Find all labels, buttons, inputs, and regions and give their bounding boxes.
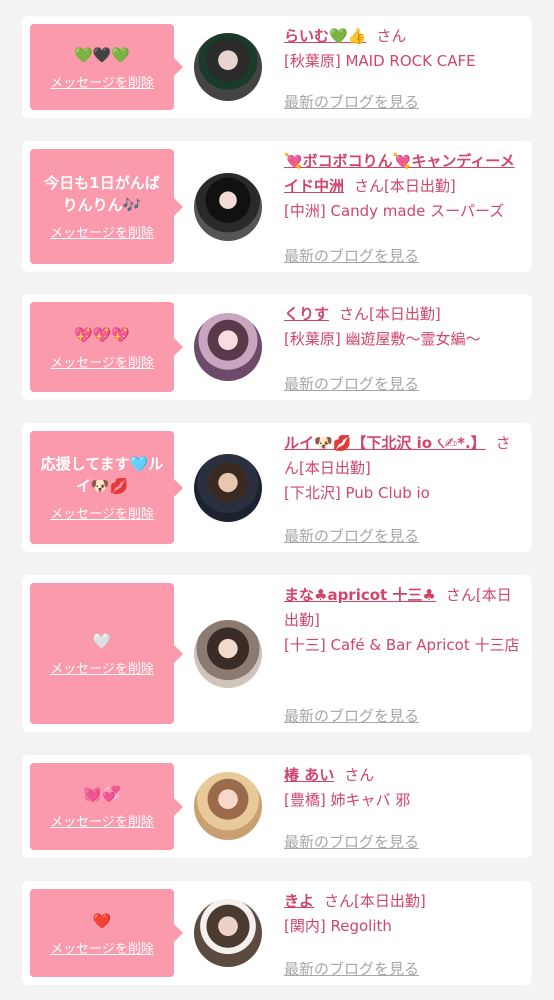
cast-name-link[interactable]: 椿 あい (284, 766, 334, 784)
avatar[interactable] (194, 620, 262, 688)
latest-blog-link[interactable]: 最新のブログを見る (284, 245, 419, 266)
message-bubble: 💖💖💖 メッセージを削除 (30, 302, 183, 392)
message-bubble: 応援してます🩵ルイ🐶💋 メッセージを削除 (30, 431, 183, 544)
shop-location: [中洲] Candy made スーパーズ (284, 202, 505, 220)
honorific: さん (376, 27, 407, 45)
delete-message-link[interactable]: メッセージを削除 (50, 658, 154, 677)
delete-message-link[interactable]: メッセージを削除 (50, 222, 154, 241)
shop-location: [秋葉原] MAID ROCK CAFE (284, 52, 476, 70)
cast-name-link[interactable]: くりす (284, 305, 329, 323)
message-card: 💚🖤💚 メッセージを削除 らいむ💚👍 さん [秋葉原] MAID ROCK CAF… (22, 16, 532, 118)
shop-location: [十三] Café & Bar Apricot 十三店 (284, 636, 520, 654)
honorific: さん[本日出勤] (324, 892, 426, 910)
latest-blog-link[interactable]: 最新のブログを見る (284, 525, 419, 546)
shop-location: [関内] Regolith (284, 917, 392, 935)
cast-name-link[interactable]: きよ (284, 892, 314, 910)
delete-message-link[interactable]: メッセージを削除 (50, 811, 154, 830)
message-text: 💓💞 (83, 785, 121, 803)
message-text: 今日も1日がんばりんりん🎶 (44, 174, 160, 214)
honorific: さん[本日出勤] (354, 177, 456, 195)
avatar[interactable] (194, 313, 262, 381)
message-bubble: 今日も1日がんばりんりん🎶 メッセージを削除 (30, 149, 183, 264)
delete-message-link[interactable]: メッセージを削除 (50, 938, 154, 957)
message-card: 💓💞 メッセージを削除 椿 あい さん [豊橋] 姉キャバ 邪 最新のブログを見る (22, 755, 532, 858)
cast-name-link[interactable]: ルイ🐶💋【下北沢 io ৻✍︎*.】 (284, 434, 486, 452)
avatar[interactable] (194, 454, 262, 522)
latest-blog-link[interactable]: 最新のブログを見る (284, 705, 419, 726)
latest-blog-link[interactable]: 最新のブログを見る (284, 958, 419, 979)
shop-location: [豊橋] 姉キャバ 邪 (284, 791, 411, 809)
message-text: 💖💖💖 (73, 325, 131, 344)
honorific: さん[本日出勤] (339, 305, 441, 323)
avatar[interactable] (194, 899, 262, 967)
delete-message-link[interactable]: メッセージを削除 (50, 503, 154, 522)
cast-name-link[interactable]: らいむ💚👍 (284, 27, 366, 45)
shop-location: [秋葉原] 幽遊屋敷〜霊女編〜 (284, 330, 481, 348)
cast-name-link[interactable]: まな♣apricot 十三♣ (284, 586, 436, 604)
honorific: さん (344, 766, 375, 784)
avatar[interactable] (194, 173, 262, 241)
message-text: 🤍 (92, 632, 112, 650)
avatar[interactable] (194, 772, 262, 840)
latest-blog-link[interactable]: 最新のブログを見る (284, 831, 419, 852)
avatar[interactable] (194, 33, 262, 101)
message-bubble: ❤️ メッセージを削除 (30, 889, 183, 977)
message-card: 今日も1日がんばりんりん🎶 メッセージを削除 💘ボコボコりん💘キャンディーメイド… (22, 141, 532, 272)
message-bubble: 🤍 メッセージを削除 (30, 583, 183, 724)
message-card: ❤️ メッセージを削除 きよ さん[本日出勤] [関内] Regolith 最新の… (22, 881, 532, 985)
message-bubble: 💓💞 メッセージを削除 (30, 763, 183, 850)
message-text: ❤️ (92, 911, 112, 930)
delete-message-link[interactable]: メッセージを削除 (50, 352, 154, 371)
message-bubble: 💚🖤💚 メッセージを削除 (30, 24, 183, 110)
message-card: 🤍 メッセージを削除 まな♣apricot 十三♣ さん[本日出勤] [十三] C… (22, 575, 532, 732)
message-text: 応援してます🩵ルイ🐶💋 (40, 455, 164, 495)
message-card: 💖💖💖 メッセージを削除 くりす さん[本日出勤] [秋葉原] 幽遊屋敷〜霊女編〜… (22, 294, 532, 400)
delete-message-link[interactable]: メッセージを削除 (50, 72, 154, 91)
latest-blog-link[interactable]: 最新のブログを見る (284, 373, 419, 394)
shop-location: [下北沢] Pub Club io (284, 484, 430, 502)
latest-blog-link[interactable]: 最新のブログを見る (284, 91, 419, 112)
message-card: 応援してます🩵ルイ🐶💋 メッセージを削除 ルイ🐶💋【下北沢 io ৻✍︎*.】さ… (22, 423, 532, 552)
message-text: 💚🖤💚 (73, 45, 131, 64)
